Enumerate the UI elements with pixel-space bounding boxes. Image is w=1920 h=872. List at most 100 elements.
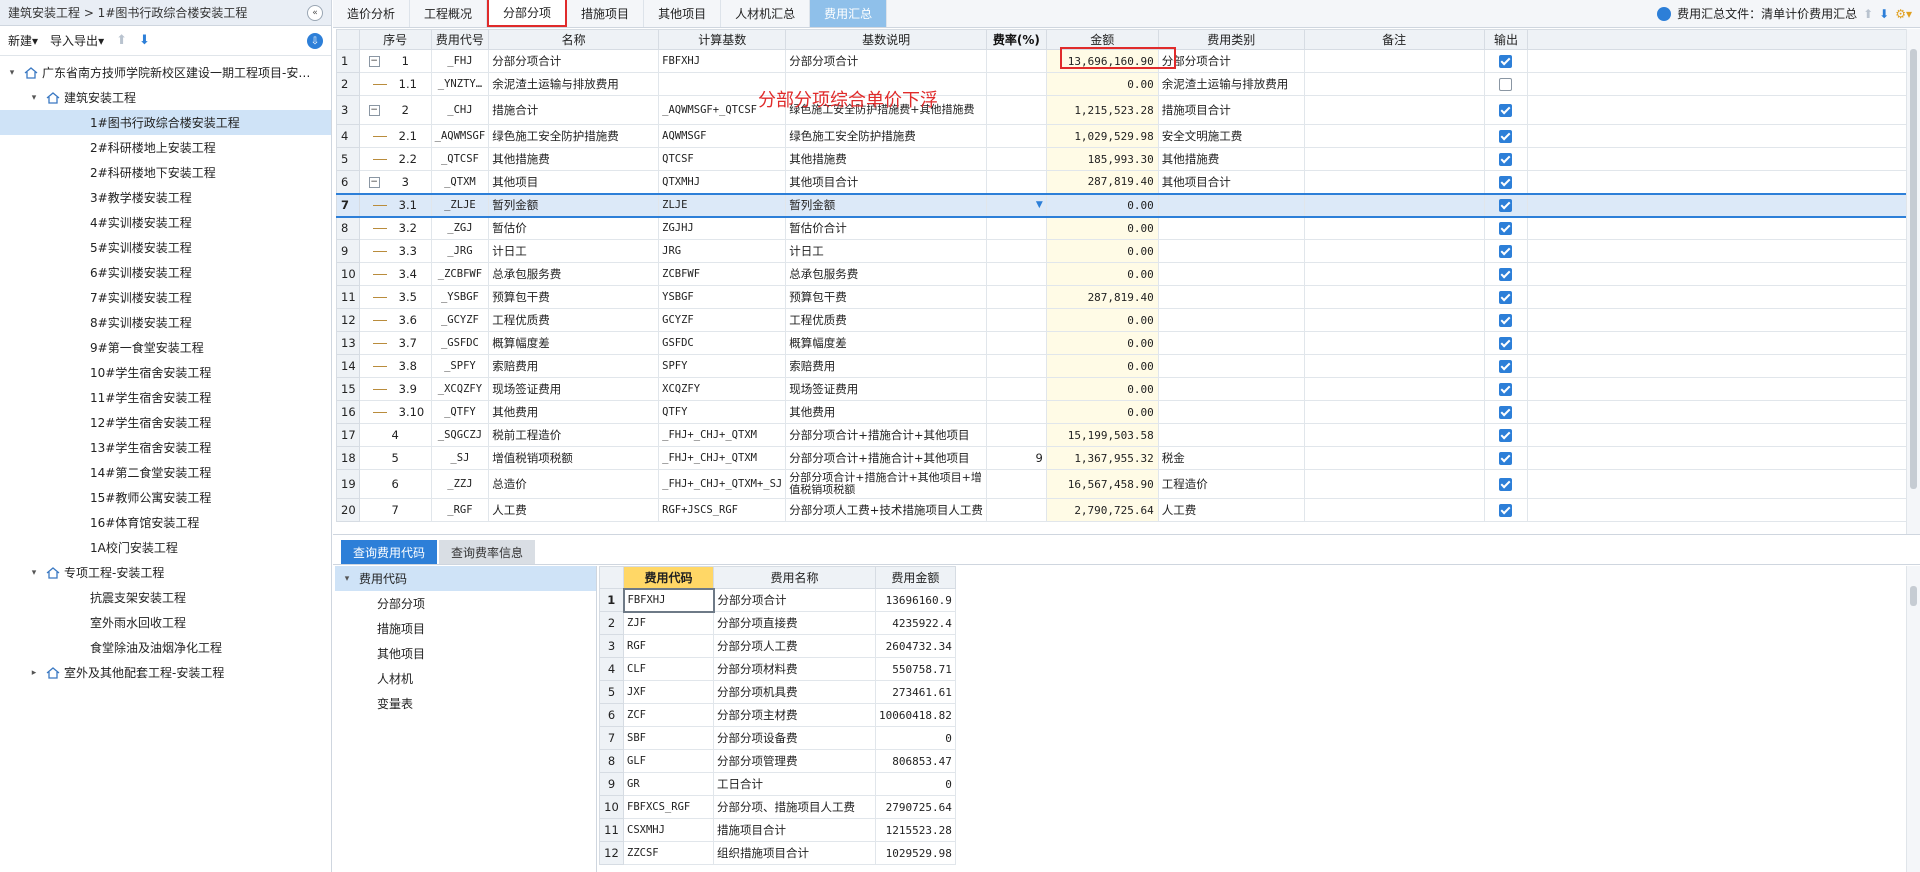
output-checkbox[interactable] (1499, 245, 1513, 258)
move-up-icon[interactable]: ⬆ (116, 33, 127, 48)
seq-cell[interactable]: 3.4 (358, 262, 432, 286)
cost-name-cell[interactable]: 组织措施项目合计 (713, 841, 876, 865)
name-cell[interactable]: 其他措施费 (488, 147, 660, 171)
base-desc-cell[interactable]: 其他费用 (785, 400, 987, 424)
category-cell[interactable]: 其他项目合计 (1157, 170, 1305, 194)
note-cell[interactable] (1303, 354, 1485, 378)
seq-cell[interactable]: −1 (358, 49, 432, 73)
tree-item[interactable]: 5#实训楼安装工程 (0, 235, 331, 260)
tab-6[interactable]: 费用汇总 (810, 0, 888, 27)
tree-item[interactable]: 15#教师公寓安装工程 (0, 485, 331, 510)
seq-cell[interactable]: 3.7 (358, 331, 432, 355)
name-cell[interactable]: 现场签证费用 (488, 377, 660, 401)
name-cell[interactable]: 增值税销项税额 (488, 446, 660, 470)
table-row[interactable]: 20 7 _RGF 人工费 RGF+JSCS_RGF 分部分项人工费+技术措施项目人工费 2… (336, 498, 1920, 522)
base-cell[interactable]: AQWMSGF (658, 124, 787, 148)
tree-item[interactable]: 8#实训楼安装工程 (0, 310, 331, 335)
tree-item[interactable]: 13#学生宿舍安装工程 (0, 435, 331, 460)
category-cell[interactable] (1157, 400, 1305, 424)
rate-cell[interactable] (985, 147, 1047, 171)
base-desc-cell[interactable]: 现场签证费用 (785, 377, 987, 401)
table-row[interactable]: 12 3.6 _GCYZF 工程优质费 GCYZF 工程优质费 0.00 (336, 308, 1920, 332)
base-desc-cell[interactable]: 总承包服务费 (785, 262, 987, 286)
code-cell[interactable]: _XCQZFY (430, 377, 490, 401)
tree-item[interactable]: 3#教学楼安装工程 (0, 185, 331, 210)
base-cell[interactable]: ZCBFWF (658, 262, 787, 286)
cost-name-cell[interactable]: 分部分项直接费 (713, 611, 876, 635)
cost-name-cell[interactable]: 分部分项人工费 (713, 634, 876, 658)
seq-cell[interactable]: 3.5 (358, 285, 432, 309)
base-cell[interactable]: JRG (658, 239, 787, 263)
seq-cell[interactable]: 3.10 (358, 400, 432, 424)
category-item[interactable]: 措施项目 (335, 616, 596, 641)
move-down-icon[interactable]: ⬇ (1879, 7, 1889, 21)
base-cell[interactable]: GSFDC (658, 331, 787, 355)
collapse-arrow-icon[interactable]: ▸ (28, 668, 40, 678)
code-cell[interactable]: _SPFY (430, 354, 490, 378)
name-cell[interactable]: 总承包服务费 (488, 262, 660, 286)
name-cell[interactable]: 概算幅度差 (488, 331, 660, 355)
base-desc-cell[interactable]: 分部分项合计+措施合计+其他项目 (785, 446, 987, 470)
base-cell[interactable]: QTFY (658, 400, 787, 424)
note-cell[interactable] (1303, 446, 1485, 470)
rate-cell[interactable] (985, 72, 1047, 96)
download-icon[interactable]: ⇩ (307, 33, 323, 49)
code-table-scrollbar[interactable] (1906, 566, 1920, 872)
base-desc-cell[interactable]: 暂估价合计 (785, 216, 987, 240)
seq-cell[interactable]: 6 (358, 469, 432, 499)
base-cell[interactable]: _FHJ+_CHJ+_QTXM (658, 423, 787, 447)
category-cell[interactable]: 安全文明施工费 (1157, 124, 1305, 148)
code-row[interactable]: 4 CLF 分部分项材料费 550758.71 (599, 657, 956, 681)
seq-cell[interactable]: 2.1 (358, 124, 432, 148)
output-checkbox[interactable] (1499, 268, 1513, 281)
code-cell[interactable]: _ZGJ (430, 216, 490, 240)
code-row[interactable]: 9 GR 工日合计 0 (599, 772, 956, 796)
query-tab-0[interactable]: 查询费用代码 (341, 540, 438, 564)
output-checkbox[interactable] (1499, 78, 1513, 91)
code-cell[interactable]: _QTCSF (430, 147, 490, 171)
base-cell[interactable]: QTXMHJ (658, 170, 787, 194)
base-cell[interactable]: FBFXHJ (658, 49, 787, 73)
category-cell[interactable]: 分部分项合计 (1157, 49, 1305, 73)
base-desc-cell[interactable]: 其他项目合计 (785, 170, 987, 194)
category-item[interactable]: ▾ 费用代码 (335, 566, 596, 591)
tree-item[interactable]: 1A校门安装工程 (0, 535, 331, 560)
tree-item[interactable]: 11#学生宿舍安装工程 (0, 385, 331, 410)
rate-cell[interactable] (985, 216, 1047, 240)
tree-item[interactable]: 抗震支架安装工程 (0, 585, 331, 610)
category-item[interactable]: 变量表 (335, 691, 596, 716)
code-cell[interactable]: _JRG (430, 239, 490, 263)
name-cell[interactable]: 预算包干费 (488, 285, 660, 309)
category-cell[interactable] (1157, 308, 1305, 332)
category-cell[interactable] (1157, 192, 1305, 218)
base-cell[interactable]: YSBGF (658, 285, 787, 309)
output-checkbox[interactable] (1499, 504, 1513, 517)
code-row[interactable]: 11 CSXMHJ 措施项目合计 1215523.28 (599, 818, 956, 842)
new-button[interactable]: 新建▾ (8, 32, 38, 49)
code-table-scrollbar-thumb[interactable] (1910, 586, 1917, 606)
note-cell[interactable] (1303, 124, 1485, 148)
seq-cell[interactable]: 3.9 (358, 377, 432, 401)
output-checkbox[interactable] (1499, 337, 1513, 350)
base-cell[interactable]: ZLJE (658, 192, 787, 218)
category-cell[interactable] (1157, 262, 1305, 286)
cost-code-cell[interactable]: SBF (623, 726, 714, 750)
table-row[interactable]: 13 3.7 _GSFDC 概算幅度差 GSFDC 概算幅度差 0.00 (336, 331, 1920, 355)
note-cell[interactable] (1303, 469, 1485, 499)
output-checkbox[interactable] (1499, 175, 1513, 189)
note-cell[interactable] (1303, 400, 1485, 424)
table-row[interactable]: 8 3.2 _ZGJ 暂估价 ZGJHJ 暂估价合计 0.00 (336, 216, 1920, 240)
tree-item[interactable]: 7#实训楼安装工程 (0, 285, 331, 310)
cost-code-cell[interactable]: ZCF (623, 703, 714, 727)
note-cell[interactable] (1303, 239, 1485, 263)
rate-cell[interactable] (985, 239, 1047, 263)
tree-item[interactable]: 食堂除油及油烟净化工程 (0, 635, 331, 660)
rate-cell[interactable] (985, 498, 1047, 522)
category-cell[interactable]: 余泥渣土运输与排放费用 (1157, 72, 1305, 96)
category-cell[interactable] (1157, 423, 1305, 447)
base-cell[interactable]: SPFY (658, 354, 787, 378)
rate-cell[interactable] (985, 262, 1047, 286)
name-cell[interactable]: 分部分项合计 (488, 49, 660, 73)
rate-cell[interactable] (985, 354, 1047, 378)
name-cell[interactable]: 总造价 (488, 469, 660, 499)
